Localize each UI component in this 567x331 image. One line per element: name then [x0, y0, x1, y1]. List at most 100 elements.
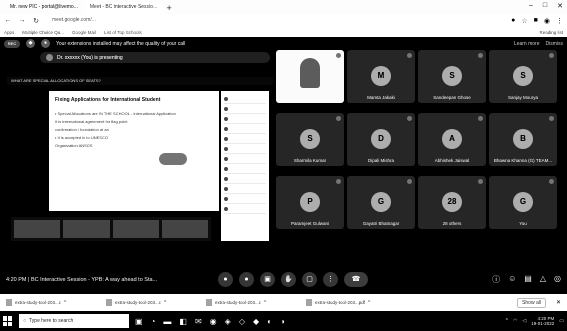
- download-item[interactable]: extra-study-tool-203...pdf ^: [306, 299, 396, 306]
- chevron-up-icon[interactable]: ^: [64, 300, 66, 306]
- participant-tile[interactable]: P Paramjeet Gulwani: [276, 176, 344, 229]
- browser-tab[interactable]: Mr. new PIC - portal@livemo...: [4, 2, 84, 14]
- mic-muted-icon: [549, 116, 554, 121]
- participant-tile[interactable]: S Sharmila Kumar: [276, 113, 344, 166]
- avatar: [224, 206, 228, 211]
- download-item[interactable]: extra-study-tool-203...c ^: [206, 299, 296, 306]
- shared-chat-row: [224, 204, 266, 214]
- network-icon[interactable]: ◠: [513, 318, 517, 324]
- extension-warning-bar: REC ◆ ● Your extensions installed may af…: [0, 37, 567, 50]
- app-icon[interactable]: ◐: [267, 317, 272, 326]
- reading-list[interactable]: Reading list: [539, 30, 563, 35]
- captions-icon[interactable]: ▣: [260, 272, 275, 287]
- app-icon[interactable]: ◇: [239, 317, 245, 326]
- volume-icon[interactable]: ◁: [522, 318, 526, 324]
- bookmark-item[interactable]: Multiple Choice Qu...: [22, 30, 64, 35]
- dismiss-button[interactable]: Dismiss: [546, 41, 564, 47]
- participant-tile[interactable]: G You: [489, 176, 557, 229]
- menu-icon[interactable]: ⋮: [556, 17, 563, 25]
- url-input[interactable]: meet.google.com/...: [46, 16, 506, 25]
- file-explorer-icon[interactable]: ▬: [163, 317, 171, 326]
- app-icon[interactable]: ◆: [253, 317, 259, 326]
- star-icon[interactable]: ☆: [521, 17, 527, 25]
- tray-chevron-icon[interactable]: ^: [506, 318, 508, 324]
- task-view-icon[interactable]: ▣: [135, 317, 143, 326]
- mail-icon[interactable]: ✉: [195, 317, 202, 326]
- meet-window: REC ◆ ● Your extensions installed may af…: [0, 37, 567, 294]
- chevron-up-icon[interactable]: ^: [264, 300, 266, 306]
- close-downloads-icon[interactable]: ✕: [556, 299, 561, 306]
- chrome-icon[interactable]: ◉: [210, 317, 217, 326]
- shared-screen-header: WHAT ARE SPECIAL ALLOCATIONS OF SEATS?: [7, 77, 273, 85]
- participant-tile[interactable]: S Sanjay Mourya: [489, 50, 557, 103]
- present-now-icon[interactable]: ▢: [302, 272, 317, 287]
- new-tab-button[interactable]: +: [163, 2, 175, 14]
- profile-icon[interactable]: ◉: [544, 17, 550, 25]
- app-icon[interactable]: ◑: [280, 317, 285, 326]
- mic-icon[interactable]: ●: [218, 272, 233, 287]
- windows-start-icon[interactable]: [3, 316, 13, 326]
- learn-more-link[interactable]: Learn more: [514, 41, 540, 47]
- participant-avatar: G: [371, 192, 391, 212]
- mic-muted-icon: [336, 179, 341, 184]
- reload-icon[interactable]: ↻: [32, 17, 40, 25]
- browser-tab-active[interactable]: Meet - BC interactive Sessio...: [83, 2, 164, 14]
- notifications-icon[interactable]: ▭: [559, 318, 564, 324]
- bookmark-apps[interactable]: Apps: [4, 30, 14, 35]
- clock[interactable]: 4:20 PM 19-01-2022: [531, 316, 554, 326]
- activities-icon[interactable]: △: [540, 274, 546, 285]
- participant-tile[interactable]: 28 28 others: [418, 176, 486, 229]
- participant-tile[interactable]: B Bhawna Khanna (G) TEAM...: [489, 113, 557, 166]
- edge-icon[interactable]: ◔: [151, 317, 156, 326]
- shared-chat-row: [224, 94, 266, 104]
- slide-line: confirmation / foundation at an: [55, 127, 109, 132]
- participant-tile[interactable]: [276, 50, 344, 103]
- chat-icon[interactable]: ▤: [524, 274, 532, 285]
- bookmark-item[interactable]: Google Mail: [72, 30, 96, 35]
- camera-icon[interactable]: ●: [511, 17, 515, 25]
- back-icon[interactable]: ←: [4, 17, 12, 24]
- people-panel-icon[interactable]: ☺: [508, 274, 516, 285]
- participant-tile[interactable]: G Gayatri Bhatnagar: [347, 176, 415, 229]
- store-icon[interactable]: ◧: [179, 317, 187, 326]
- more-options-icon[interactable]: ⋮: [323, 272, 338, 287]
- forward-icon[interactable]: →: [18, 17, 26, 24]
- download-item[interactable]: extra-study-tool-203...c ^: [6, 299, 96, 306]
- camera-toggle-icon[interactable]: ●: [239, 272, 254, 287]
- participant-avatar: P: [300, 192, 320, 212]
- info-icon[interactable]: ⓘ: [492, 274, 500, 285]
- app-icon[interactable]: ◈: [225, 317, 231, 326]
- participant-tile[interactable]: A Abhishek Jaiswal: [418, 113, 486, 166]
- system-tray: ^ ◠ ◁ 4:20 PM 19-01-2022 ▭: [506, 316, 564, 326]
- meeting-controls: 4:20 PM | BC Interactive Session - YPB: …: [0, 265, 567, 294]
- participant-tile[interactable]: D Dipali Mishra: [347, 113, 415, 166]
- maximize-icon[interactable]: □: [543, 2, 547, 10]
- mic-muted-icon: [549, 179, 554, 184]
- minimize-icon[interactable]: –: [529, 2, 533, 10]
- participant-tile[interactable]: S Sandeepan Ghose: [418, 50, 486, 103]
- participant-avatar: D: [371, 129, 391, 149]
- download-item[interactable]: extra-study-tool-203...c ^: [106, 299, 196, 306]
- host-controls-icon[interactable]: ◎: [554, 274, 561, 285]
- present-icon: [46, 54, 53, 61]
- end-call-button[interactable]: ☎: [344, 272, 368, 287]
- chevron-up-icon[interactable]: ^: [164, 300, 166, 306]
- participant-tile[interactable]: M Mamta Jakaki: [347, 50, 415, 103]
- taskbar-search[interactable]: ○ Type here to search: [19, 314, 129, 328]
- participant-avatar: B: [513, 129, 533, 149]
- raise-hand-icon[interactable]: ✋: [281, 272, 296, 287]
- mic-muted-icon: [336, 53, 341, 58]
- show-all-button[interactable]: Show all: [517, 297, 546, 308]
- bookmark-item[interactable]: List of Top Schools: [104, 30, 142, 35]
- participant-avatar: S: [442, 66, 462, 86]
- participant-name: Abhishek Jaiswal: [434, 158, 470, 163]
- close-window-icon[interactable]: ✕: [557, 2, 563, 10]
- extensions-icon[interactable]: ■: [534, 17, 538, 25]
- taskbar-apps: ▣ ◔ ▬ ◧ ✉ ◉ ◈ ◇ ◆ ◐ ◑: [135, 317, 285, 326]
- participant-video: [300, 58, 320, 88]
- people-icon: ●: [41, 39, 50, 48]
- mic-muted-icon: [407, 179, 412, 184]
- slide-line: • Special Allocations are IN THE SCHOOL …: [55, 111, 176, 116]
- windows-taskbar: ○ Type here to search ▣ ◔ ▬ ◧ ✉ ◉ ◈ ◇ ◆ …: [0, 311, 567, 331]
- chevron-up-icon[interactable]: ^: [368, 300, 370, 306]
